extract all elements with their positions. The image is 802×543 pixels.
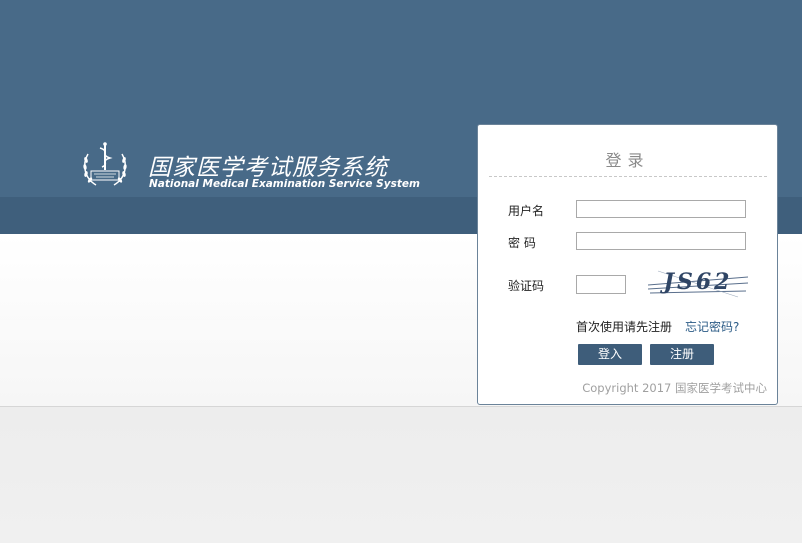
login-panel: 登录 用户名 密 码 验证码 JS62 首次使用请先注册 忘记密码? 登入 注册… <box>477 124 778 405</box>
password-input[interactable] <box>576 232 746 250</box>
captcha-label: 验证码 <box>508 279 545 293</box>
password-label: 密 码 <box>508 236 536 250</box>
caduceus-wreath-emblem-icon <box>83 142 127 186</box>
divider <box>489 176 767 177</box>
username-input[interactable] <box>576 200 746 218</box>
system-subtitle-en: National Medical Examination Service Sys… <box>149 178 420 190</box>
captcha-text: JS62 <box>660 269 733 295</box>
captcha-input[interactable] <box>576 275 626 294</box>
register-button[interactable]: 注册 <box>650 344 714 365</box>
first-use-hint: 首次使用请先注册 <box>576 320 673 334</box>
login-button[interactable]: 登入 <box>578 344 642 365</box>
login-title: 登录 <box>605 151 650 170</box>
forgot-password-link[interactable]: 忘记密码? <box>685 318 739 335</box>
username-label: 用户名 <box>508 204 545 218</box>
captcha-image[interactable]: JS62 <box>648 263 748 303</box>
system-title: 国家医学考试服务系统 <box>148 155 388 181</box>
copyright-text: Copyright 2017 国家医学考试中心 <box>582 381 767 395</box>
